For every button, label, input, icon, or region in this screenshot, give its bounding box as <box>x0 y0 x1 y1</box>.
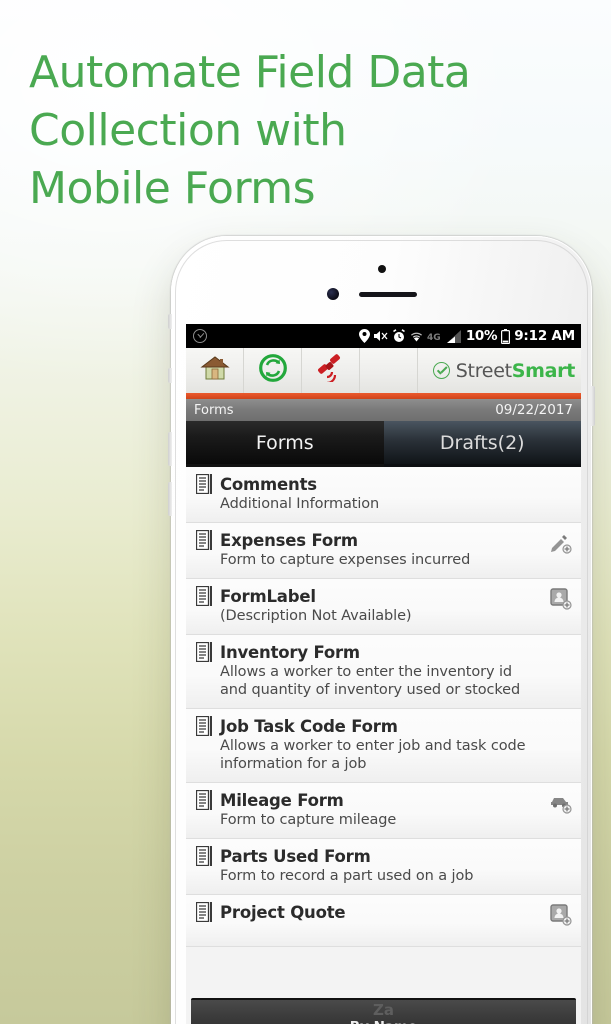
document-icon <box>195 641 213 663</box>
app-toolbar: StreetSmart <box>186 348 581 393</box>
screen-subheader: Forms 09/22/2017 <box>186 399 581 421</box>
subheader-title: Forms <box>194 402 234 418</box>
document-icon <box>195 901 213 923</box>
car-add-icon[interactable] <box>550 792 572 814</box>
contact-add-icon[interactable] <box>550 904 572 926</box>
list-item[interactable]: Parts Used Form Form to record a part us… <box>186 839 581 895</box>
document-icon <box>195 789 213 811</box>
volume-mute-icon <box>373 329 388 343</box>
phone-side-button <box>168 314 172 329</box>
tab-drafts[interactable]: Drafts(2) <box>383 421 581 467</box>
sort-az-icon: Za <box>373 1001 394 1019</box>
tab-drafts-label: Drafts(2) <box>439 431 525 454</box>
battery-percent-label: 10% <box>465 328 498 344</box>
document-icon <box>195 585 213 607</box>
list-item[interactable]: Comments Additional Information <box>186 467 581 523</box>
list-item-title: Inventory Form <box>220 642 360 662</box>
document-icon <box>195 845 213 867</box>
check-circle-icon <box>432 362 450 379</box>
brand-first-label: Street <box>455 359 512 382</box>
status-left-icons <box>193 329 207 343</box>
check-circle-icon <box>193 329 207 343</box>
list-item-header: Mileage Form <box>195 789 541 811</box>
phone-power-button <box>591 386 595 426</box>
list-item-title: Expenses Form <box>220 530 358 550</box>
phone-volume-up-button <box>168 432 172 466</box>
clock-label: 9:12 AM <box>514 328 575 344</box>
list-item-description: Additional Information <box>220 496 380 512</box>
satellite-icon <box>316 354 346 387</box>
tab-forms[interactable]: Forms <box>186 421 384 467</box>
pencil-add-icon[interactable] <box>550 532 572 554</box>
document-icon <box>195 473 213 495</box>
list-item-description: Allows a worker to enter job and task co… <box>220 738 526 772</box>
location-pin-icon <box>358 329 370 343</box>
brand-second-label: Smart <box>511 359 576 382</box>
list-item-header: Comments <box>195 473 541 495</box>
list-item[interactable]: Inventory Form Allows a worker to enter … <box>186 635 581 709</box>
list-item-title: Mileage Form <box>220 790 344 810</box>
document-icon <box>195 529 213 551</box>
brand-logo: StreetSmart <box>432 359 576 382</box>
tab-bar: Forms Drafts(2) <box>186 421 581 467</box>
list-item-header: FormLabel <box>195 585 541 607</box>
sort-bar[interactable]: Za By Name <box>191 998 576 1024</box>
list-item-header: Parts Used Form <box>195 845 541 867</box>
signal-bars-icon <box>446 329 462 343</box>
list-item-title: Job Task Code Form <box>220 716 398 736</box>
list-item-title: Parts Used Form <box>220 846 371 866</box>
list-item[interactable]: Project Quote <box>186 895 581 947</box>
home-icon <box>200 355 230 386</box>
phone-volume-down-button <box>168 482 172 516</box>
forms-list: Comments Additional Information Expenses… <box>186 467 581 947</box>
contact-add-icon[interactable] <box>550 588 572 610</box>
list-item-header: Job Task Code Form <box>195 715 541 737</box>
tab-forms-label: Forms <box>255 431 314 454</box>
list-item-header: Project Quote <box>195 901 541 923</box>
proximity-sensor-icon <box>377 265 386 273</box>
phone-side-button <box>168 368 172 383</box>
subheader-date: 09/22/2017 <box>495 402 573 418</box>
list-item-title: Comments <box>220 474 317 494</box>
list-item[interactable]: Expenses Form Form to capture expenses i… <box>186 523 581 579</box>
promo-page: Automate Field Data Collection with Mobi… <box>0 0 611 1024</box>
list-item[interactable]: FormLabel (Description Not Available) <box>186 579 581 635</box>
battery-icon <box>501 328 511 344</box>
sync-icon <box>258 354 287 387</box>
wifi-icon <box>410 330 423 343</box>
list-item-description: (Description Not Available) <box>220 608 412 624</box>
android-status-bar: 4G 10% 9:12 AM <box>186 324 581 348</box>
document-icon <box>195 715 213 737</box>
list-item-description: Form to capture mileage <box>220 812 397 828</box>
phone-screen: 4G 10% 9:12 AM StreetSmart Forms 09/22/2… <box>186 324 581 1024</box>
list-item-description: Form to record a part used on a job <box>220 868 474 884</box>
sort-label: By Name <box>350 1019 417 1024</box>
status-right-icons: 4G 10% 9:12 AM <box>358 328 575 344</box>
list-item-description: Form to capture expenses incurred <box>220 552 471 568</box>
4g-icon: 4G <box>427 331 443 343</box>
earpiece-speaker <box>359 292 417 297</box>
toolbar-empty-slot <box>360 348 418 393</box>
list-item-title: FormLabel <box>220 586 316 606</box>
brand-label: StreetSmart <box>455 359 576 382</box>
alarm-clock-icon <box>392 329 406 343</box>
list-item[interactable]: Mileage Form Form to capture mileage <box>186 783 581 839</box>
front-camera-icon <box>327 288 339 300</box>
phone-mockup: 4G 10% 9:12 AM StreetSmart Forms 09/22/2… <box>168 236 595 1024</box>
list-item-header: Expenses Form <box>195 529 541 551</box>
home-button[interactable] <box>186 348 244 393</box>
page-headline: Automate Field Data Collection with Mobi… <box>29 47 471 214</box>
svg-text:4G: 4G <box>427 333 441 342</box>
sync-button[interactable] <box>244 348 302 393</box>
list-item[interactable]: Job Task Code Form Allows a worker to en… <box>186 709 581 783</box>
list-item-title: Project Quote <box>220 902 346 922</box>
gps-button[interactable] <box>302 348 360 393</box>
list-item-description: Allows a worker to enter the inventory i… <box>220 664 521 698</box>
list-item-header: Inventory Form <box>195 641 541 663</box>
